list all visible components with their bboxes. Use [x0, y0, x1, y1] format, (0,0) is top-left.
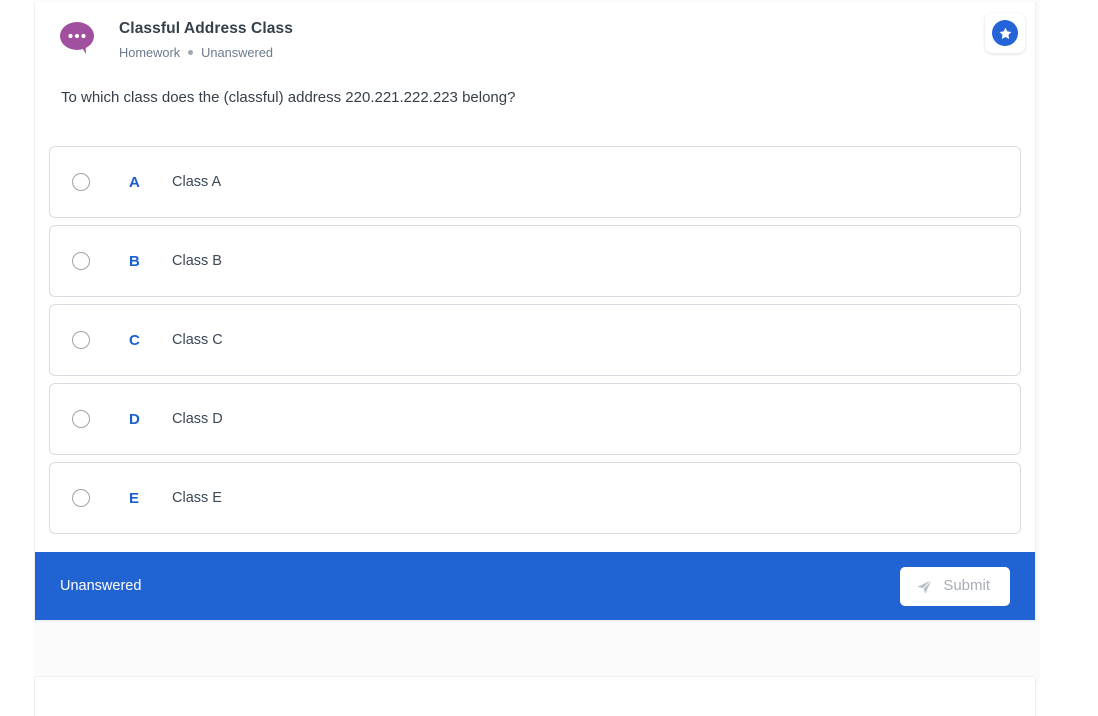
- next-question-card-peek: [34, 676, 1036, 716]
- option-text-e: Class E: [172, 490, 222, 506]
- answer-option-b[interactable]: B Class B: [49, 225, 1021, 297]
- question-card: Classful Address Class Homework Unanswer…: [34, 2, 1036, 621]
- send-icon: [916, 578, 933, 595]
- question-status: Unanswered: [201, 45, 274, 60]
- star-icon: [992, 20, 1018, 46]
- option-text-b: Class B: [172, 253, 222, 269]
- option-letter-b: B: [129, 252, 140, 270]
- radio-button-e[interactable]: [72, 489, 90, 507]
- radio-button-a[interactable]: [72, 173, 90, 191]
- page-margin-left: [0, 0, 34, 684]
- question-header-text: Classful Address Class Homework Unanswer…: [119, 18, 293, 61]
- question-meta: Homework Unanswered: [119, 44, 293, 61]
- option-letter-a: A: [129, 173, 140, 191]
- answer-option-c[interactable]: C Class C: [49, 304, 1021, 376]
- speech-bubble-icon: [59, 21, 97, 55]
- answer-option-a[interactable]: A Class A: [49, 146, 1021, 218]
- radio-button-b[interactable]: [72, 252, 90, 270]
- option-text-a: Class A: [172, 174, 222, 190]
- answer-option-e[interactable]: E Class E: [49, 462, 1021, 534]
- radio-button-d[interactable]: [72, 410, 90, 428]
- question-prompt: To which class does the (classful) addre…: [61, 89, 516, 106]
- submit-button[interactable]: Submit: [900, 566, 1010, 606]
- option-letter-e: E: [129, 489, 140, 507]
- option-letter-c: C: [129, 331, 140, 349]
- question-card-body: Classful Address Class Homework Unanswer…: [35, 2, 1035, 620]
- option-letter-d: D: [129, 410, 140, 428]
- meta-separator-dot: [188, 50, 194, 55]
- submit-button-label: Submit: [943, 577, 990, 594]
- option-text-d: Class D: [172, 411, 223, 427]
- answer-options-list: A Class A B Class B C Class C D Class D: [35, 109, 1035, 552]
- option-text-c: Class C: [172, 332, 223, 348]
- answer-option-d[interactable]: D Class D: [49, 383, 1021, 455]
- question-category: Homework: [119, 45, 181, 60]
- footer-status-label: Unanswered: [60, 578, 142, 594]
- question-title: Classful Address Class: [119, 20, 293, 37]
- radio-button-c[interactable]: [72, 331, 90, 349]
- star-badge-button[interactable]: [985, 13, 1025, 53]
- question-footer: Unanswered Submit: [35, 552, 1035, 620]
- question-header: Classful Address Class Homework Unanswer…: [35, 2, 1035, 61]
- page-margin-right: [1040, 0, 1098, 684]
